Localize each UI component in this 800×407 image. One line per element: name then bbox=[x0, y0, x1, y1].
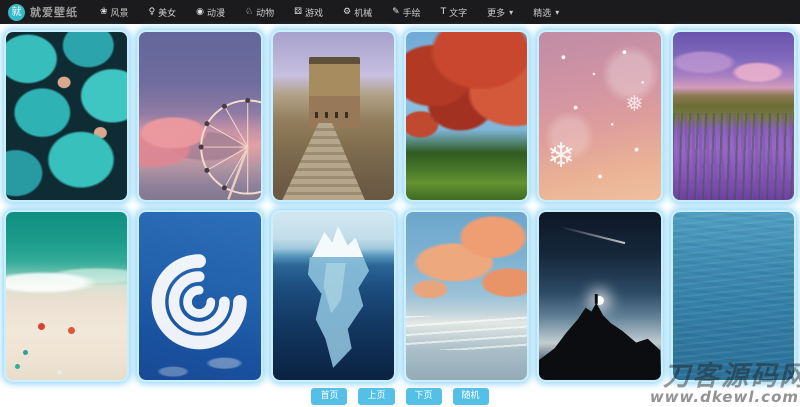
pagination-next-button[interactable]: 下页 bbox=[405, 388, 442, 405]
nav-item-label: 精选 bbox=[533, 8, 552, 19]
chevron-down-icon: ▾ bbox=[555, 7, 560, 17]
wallpaper-thumbnail-iceberg[interactable] bbox=[270, 210, 396, 382]
nav-item-game[interactable]: ⚄ 游戏 bbox=[284, 0, 333, 24]
scenery-icon: ❀ bbox=[100, 7, 108, 17]
top-navbar: 就 就爱壁纸 ❀ 风景 ♀ 美女 ◉ 动漫 ♘ 动物 ⚄ 游戏 ⚙ 机械 ✎ 手… bbox=[0, 0, 800, 24]
watchtower-shape bbox=[309, 57, 360, 128]
wallpaper-thumbnail-teal-flowers[interactable] bbox=[4, 30, 130, 202]
wallpaper-thumbnail-autumn-red-tree[interactable] bbox=[404, 30, 530, 202]
wallpaper-thumbnail-ferris-wheel-sunset[interactable] bbox=[137, 30, 263, 202]
wallpaper-thumbnail-blue-ocean[interactable] bbox=[670, 210, 796, 382]
autumn-red-tree-image bbox=[406, 32, 528, 200]
wallpaper-grid bbox=[0, 24, 800, 382]
nav-item-text[interactable]: T 文字 bbox=[431, 0, 478, 24]
nav-item-label: 手绘 bbox=[402, 8, 421, 19]
teal-flowers-image bbox=[6, 32, 128, 200]
nav-item-beauty[interactable]: ♀ 美女 bbox=[139, 0, 187, 24]
site-logo[interactable]: 就 就爱壁纸 bbox=[8, 3, 78, 21]
iceberg-graphic bbox=[307, 226, 369, 368]
wallpaper-thumbnail-pink-snowflakes[interactable] bbox=[537, 30, 663, 202]
pink-snowflakes-image bbox=[539, 32, 661, 200]
wallpaper-thumbnail-sunset-clouds-beach[interactable] bbox=[404, 210, 530, 382]
nav-item-label: 文字 bbox=[449, 8, 468, 19]
chevron-down-icon: ▾ bbox=[509, 7, 514, 17]
pagination-random-button[interactable]: 随机 bbox=[452, 388, 489, 405]
nav-item-machine[interactable]: ⚙ 机械 bbox=[333, 0, 382, 24]
site-name: 就爱壁纸 bbox=[30, 6, 78, 19]
ferris-wheel-graphic bbox=[198, 97, 261, 200]
text-icon: T bbox=[440, 7, 447, 17]
nav-item-scenery[interactable]: ❀ 风景 bbox=[90, 0, 139, 24]
nav-item-label: 游戏 bbox=[304, 8, 323, 19]
nav-item-label: 动物 bbox=[256, 8, 275, 19]
great-wall-image bbox=[272, 32, 394, 200]
game-icon: ⚄ bbox=[294, 7, 302, 17]
logo-badge-icon: 就 bbox=[8, 3, 25, 21]
pagination-prev-button[interactable]: 上页 bbox=[358, 388, 395, 405]
nav-item-animal[interactable]: ♘ 动物 bbox=[235, 0, 284, 24]
nav-item-handdrawn[interactable]: ✎ 手绘 bbox=[382, 0, 431, 24]
iceberg-image bbox=[272, 212, 394, 380]
machine-icon: ⚙ bbox=[342, 7, 352, 17]
nav-item-label: 美女 bbox=[158, 8, 177, 19]
nav-item-featured[interactable]: 精选 ▾ bbox=[523, 0, 569, 24]
spiral-cloud-image bbox=[139, 212, 261, 380]
nav-item-label: 动漫 bbox=[207, 8, 226, 19]
animal-icon: ♘ bbox=[245, 7, 254, 17]
nav-item-label: 风景 bbox=[110, 8, 129, 19]
lavender-field-image bbox=[672, 32, 794, 200]
cloud-swirl-graphic bbox=[151, 254, 248, 350]
nav-item-label: 更多 bbox=[487, 8, 506, 19]
wallpaper-thumbnail-great-wall[interactable] bbox=[270, 30, 396, 202]
ferris-wheel-sunset-image bbox=[139, 32, 261, 200]
rocky-peak-graphic bbox=[539, 294, 661, 380]
handdrawn-icon: ✎ bbox=[392, 7, 400, 17]
aerial-beach-image bbox=[6, 212, 128, 380]
nav-item-anime[interactable]: ◉ 动漫 bbox=[186, 0, 235, 24]
nav-item-label: 机械 bbox=[354, 8, 373, 19]
beauty-icon: ♀ bbox=[148, 7, 156, 17]
wallpaper-thumbnail-aerial-beach[interactable] bbox=[4, 210, 130, 382]
wallpaper-thumbnail-lavender-field[interactable] bbox=[670, 30, 796, 202]
wallpaper-thumbnail-spiral-cloud[interactable] bbox=[137, 210, 263, 382]
nav-item-more[interactable]: 更多 ▾ bbox=[477, 0, 523, 24]
blue-ocean-image bbox=[672, 212, 794, 380]
wall-path-shape bbox=[282, 122, 365, 200]
pagination-bar: 首页 上页 下页 随机 bbox=[0, 388, 800, 405]
wallpaper-thumbnail-night-summit[interactable] bbox=[537, 210, 663, 382]
anime-icon: ◉ bbox=[196, 7, 205, 17]
night-summit-image bbox=[539, 212, 661, 380]
sunset-clouds-beach-image bbox=[406, 212, 528, 380]
pagination-home-button[interactable]: 首页 bbox=[311, 388, 348, 405]
